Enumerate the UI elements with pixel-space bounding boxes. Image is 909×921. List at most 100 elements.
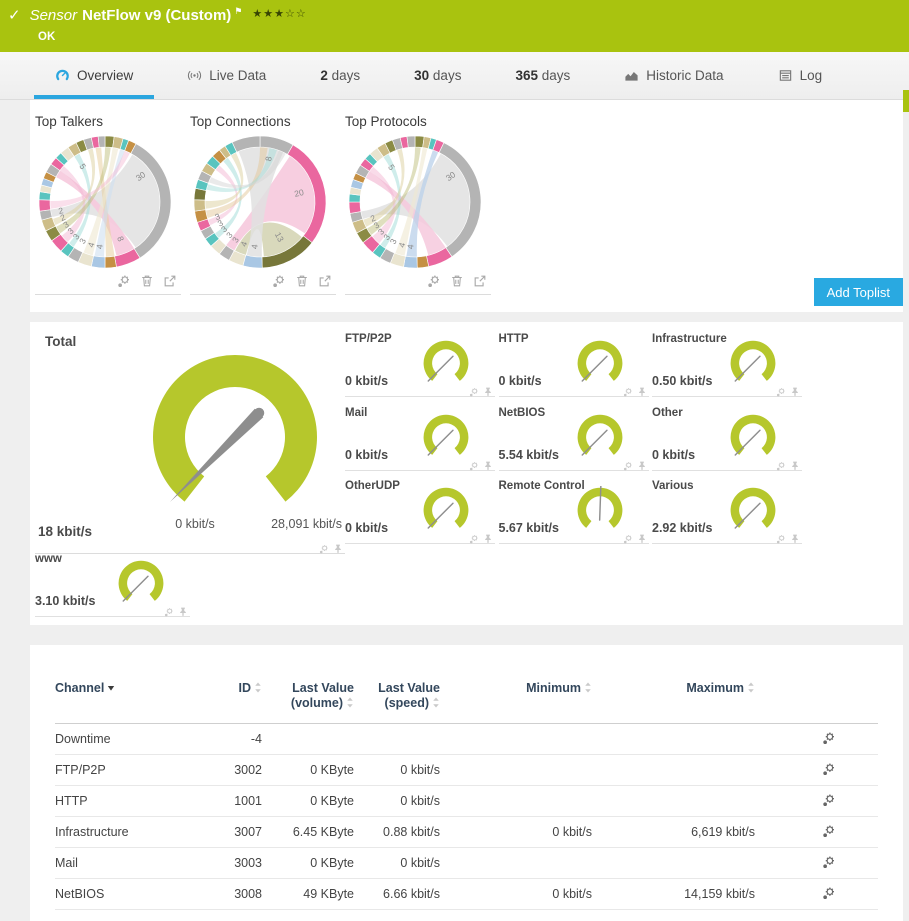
tab-historic-data[interactable]: Historic Data <box>597 52 750 99</box>
sensor-title-row: ✓ Sensor NetFlow v9 (Custom) ⚑ ★★★☆☆ <box>8 6 909 26</box>
gauge-pin-icon[interactable] <box>333 541 343 551</box>
chord-diagram: 820134433333 <box>190 132 330 272</box>
tab-overview[interactable]: Overview <box>28 52 160 99</box>
priority-stars[interactable]: ★★★☆☆ <box>252 4 306 24</box>
tab-live-data[interactable]: Live Data <box>160 52 293 99</box>
column-header-minimum[interactable]: Minimum <box>440 681 592 696</box>
gauge-tile: Remote Control 5.67 kbit/s <box>499 480 649 544</box>
column-header-channel[interactable]: Channel <box>55 681 230 696</box>
add-toplist-button[interactable]: Add Toplist <box>814 278 903 306</box>
toplist-delete-icon[interactable] <box>295 274 309 288</box>
cell: FTP/P2P <box>55 763 230 777</box>
cell: 3003 <box>230 856 262 870</box>
gauge-pin-icon[interactable] <box>483 458 493 468</box>
gauge-pin-icon[interactable] <box>790 531 800 541</box>
gauge-settings-icon[interactable] <box>469 384 479 394</box>
toplist-actions <box>190 272 336 295</box>
gauge-actions <box>469 458 493 468</box>
gauge-settings-icon[interactable] <box>319 541 329 551</box>
gauge-settings-icon[interactable] <box>623 531 633 541</box>
cell: NetBIOS <box>55 887 230 901</box>
tab-log[interactable]: Log <box>751 52 850 99</box>
toplist-actions <box>35 272 181 295</box>
toplist-title: Top Protocols <box>345 114 491 129</box>
table-row[interactable]: HTTP10010 KByte0 kbit/s <box>55 786 878 817</box>
channel-settings-icon[interactable] <box>822 762 836 776</box>
gauge-tile: www 3.10 kbit/s <box>35 553 190 617</box>
gauge-tile-total: Total 0 kbit/s 28,091 kbit/s 18 kbit/s <box>35 332 345 554</box>
column-header-last-value[interactable]: Last Value(volume) <box>262 681 354 711</box>
tab-30-days[interactable]: 30 days <box>387 52 488 99</box>
cell: 3002 <box>230 763 262 777</box>
cell: 3008 <box>230 887 262 901</box>
gauge-pin-icon[interactable] <box>790 458 800 468</box>
tab-2-days[interactable]: 2 days <box>293 52 387 99</box>
gauge-actions <box>164 604 188 614</box>
gauge-value: 0 kbit/s <box>499 374 542 388</box>
gauge-title: FTP/P2P <box>345 333 392 345</box>
mini-gauge <box>417 339 475 391</box>
gauge-pin-icon[interactable] <box>790 384 800 394</box>
cell: 14,159 kbit/s <box>592 887 755 901</box>
gauge-pin-icon[interactable] <box>178 604 188 614</box>
gauge-settings-icon[interactable] <box>776 531 786 541</box>
gauge-pin-icon[interactable] <box>483 384 493 394</box>
column-header-maximum[interactable]: Maximum <box>592 681 755 696</box>
gauge-tile: NetBIOS 5.54 kbit/s <box>499 407 649 471</box>
toplist-delete-icon[interactable] <box>450 274 464 288</box>
cell: 49 KByte <box>262 887 354 901</box>
channel-settings-icon[interactable] <box>822 824 836 838</box>
toplist-delete-icon[interactable] <box>140 274 154 288</box>
table-row[interactable]: FTP/P2P30020 KByte0 kbit/s <box>55 755 878 786</box>
toplist-panels: Top Talkers305844333322 Top Connections8… <box>30 100 903 295</box>
table-row[interactable]: NetBIOS300849 KByte6.66 kbit/s0 kbit/s14… <box>55 879 878 910</box>
table-row[interactable]: Infrastructure30076.45 KByte0.88 kbit/s0… <box>55 817 878 848</box>
table-row[interactable]: Downtime-4 <box>55 724 878 755</box>
gauge-actions <box>776 458 800 468</box>
sort-icon <box>584 682 592 693</box>
sort-icon <box>254 682 262 693</box>
gauge-pin-icon[interactable] <box>637 384 647 394</box>
gauge-settings-icon[interactable] <box>469 458 479 468</box>
channel-settings-icon[interactable] <box>822 886 836 900</box>
gauge-actions <box>776 531 800 541</box>
channel-settings-icon[interactable] <box>822 731 836 745</box>
gauge-settings-icon[interactable] <box>164 604 174 614</box>
gauge-tile: OtherUDP 0 kbit/s <box>345 480 495 544</box>
toplist-open-icon[interactable] <box>163 274 177 288</box>
channel-settings-icon[interactable] <box>822 855 836 869</box>
gauge-settings-icon[interactable] <box>623 384 633 394</box>
sort-desc-icon <box>107 681 115 689</box>
sort-icon <box>747 682 755 693</box>
gauge-settings-icon[interactable] <box>469 531 479 541</box>
table-row[interactable]: Mail30030 KByte0 kbit/s <box>55 848 878 879</box>
gauge-settings-icon[interactable] <box>623 458 633 468</box>
toplist-settings-icon[interactable] <box>117 274 131 288</box>
cell: -4 <box>230 732 262 746</box>
toplist-open-icon[interactable] <box>473 274 487 288</box>
channel-table-body: Downtime-4FTP/P2P30020 KByte0 kbit/sHTTP… <box>30 724 903 910</box>
sort-icon <box>432 697 440 708</box>
cell: 1001 <box>230 794 262 808</box>
gauge-pin-icon[interactable] <box>637 531 647 541</box>
gauge-tile: FTP/P2P 0 kbit/s <box>345 333 495 397</box>
cell: 0 KByte <box>262 794 354 808</box>
toplist-panel: Top Talkers305844333322 <box>35 112 181 295</box>
cell: 0 kbit/s <box>354 856 440 870</box>
channel-settings-icon[interactable] <box>822 793 836 807</box>
gauge-settings-icon[interactable] <box>776 384 786 394</box>
toplist-settings-icon[interactable] <box>427 274 441 288</box>
gauge-pin-icon[interactable] <box>637 458 647 468</box>
gauge-title: OtherUDP <box>345 480 400 492</box>
column-header-id[interactable]: ID <box>230 681 262 696</box>
gauge-value: 5.54 kbit/s <box>499 448 559 462</box>
column-header-last-value[interactable]: Last Value(speed) <box>354 681 440 711</box>
tab-365-days[interactable]: 365 days <box>488 52 597 99</box>
gauge-min-label: 0 kbit/s <box>155 517 235 531</box>
toplist-settings-icon[interactable] <box>272 274 286 288</box>
flag-icon[interactable]: ⚑ <box>234 1 242 21</box>
gauge-pin-icon[interactable] <box>483 531 493 541</box>
gauge-settings-icon[interactable] <box>776 458 786 468</box>
gauge-title: NetBIOS <box>499 407 546 419</box>
toplist-open-icon[interactable] <box>318 274 332 288</box>
